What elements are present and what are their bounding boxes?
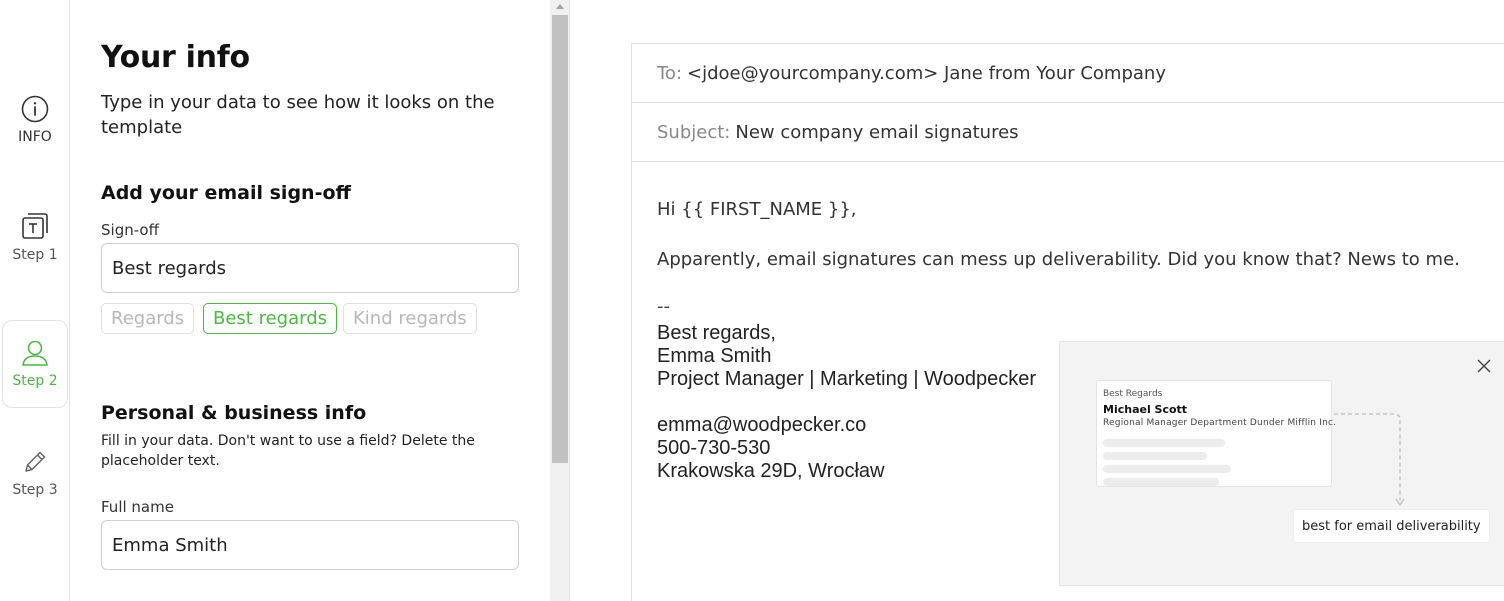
page-title: Your info — [101, 40, 250, 75]
signoff-input[interactable]: Best regards — [101, 243, 519, 293]
fullname-input-value: Emma Smith — [112, 534, 228, 556]
signature-address: Krakowska 29D, Wrocław — [657, 460, 885, 482]
placeholder-bar — [1103, 452, 1207, 460]
email-greeting: Hi {{ FIRST_NAME }}, — [657, 199, 857, 220]
personal-section-heading: Personal & business info — [101, 402, 367, 424]
dashed-connector-arrow — [1334, 413, 1405, 507]
signature-email: emma@woodpecker.co — [657, 414, 867, 436]
placeholder-bar — [1103, 465, 1231, 473]
close-icon[interactable] — [1476, 358, 1492, 374]
signature-example-card: Best Regards Michael Scott Regional Mana… — [1096, 380, 1337, 487]
card-details: Regional Manager Department Dunder Miffl… — [1103, 418, 1337, 428]
email-subject-row: Subject: New company email signatures — [632, 103, 1504, 162]
signoff-input-value: Best regards — [112, 257, 227, 279]
user-icon — [22, 340, 48, 366]
personal-section-description: Fill in your data. Don't want to use a f… — [101, 433, 475, 469]
email-to-key: To: — [657, 62, 683, 84]
signature-phone: 500-730-530 — [657, 437, 771, 459]
nav-item-step-3-label: Step 3 — [12, 482, 58, 498]
page-subtitle: Type in your data to see how it looks on… — [101, 92, 495, 138]
email-to-value: <jdoe@yourcompany.com> Jane from Your Co… — [687, 62, 1166, 84]
signoff-section-heading: Add your email sign-off — [101, 182, 351, 204]
signoff-option-regards[interactable]: Regards — [101, 303, 195, 334]
pencil-icon — [25, 451, 46, 472]
fullname-input[interactable]: Emma Smith — [101, 520, 519, 570]
nav-item-step-1-label: Step 1 — [12, 247, 58, 263]
text-box-icon — [22, 213, 48, 239]
info-form-panel: Your info Type in your data to see how i… — [70, 0, 550, 601]
email-to-row: To: <jdoe@yourcompany.com> Jane from You… — [632, 44, 1504, 103]
signoff-option-best-regards[interactable]: Best regards — [203, 303, 338, 334]
email-body-text: Apparently, email signatures can mess up… — [657, 249, 1460, 270]
card-signoff: Best Regards — [1103, 389, 1163, 399]
info-icon — [21, 95, 49, 123]
signoff-field-label: Sign-off — [101, 221, 159, 239]
step-navigation-rail: INFO Step 1 Step 2 Step 3 — [0, 0, 70, 601]
email-subject-value: New company email signatures — [735, 121, 1019, 143]
fullname-field-label: Full name — [101, 498, 174, 516]
scroll-up-arrow-icon[interactable] — [556, 4, 564, 9]
email-subject-key: Subject: — [657, 121, 731, 143]
nav-item-step-3[interactable]: Step 3 — [2, 428, 68, 518]
placeholder-bar — [1103, 478, 1219, 486]
signature-role: Project Manager | Marketing | Woodpecker — [657, 368, 1037, 390]
deliverability-badge: best for email deliverability — [1294, 510, 1489, 542]
nav-item-info[interactable]: INFO — [2, 75, 68, 165]
nav-item-step-2-label: Step 2 — [12, 373, 58, 389]
nav-item-step-2[interactable]: Step 2 — [2, 320, 68, 408]
card-name: Michael Scott — [1103, 403, 1188, 416]
signature-name: Emma Smith — [657, 345, 772, 367]
nav-item-info-label: INFO — [18, 129, 52, 145]
signature-separator: -- — [657, 296, 670, 317]
signature-signoff: Best regards, — [657, 322, 776, 344]
form-scrollbar[interactable] — [550, 0, 570, 601]
placeholder-bar — [1103, 439, 1225, 447]
nav-item-step-1[interactable]: Step 1 — [2, 192, 68, 282]
signoff-option-kind-regards[interactable]: Kind regards — [343, 303, 477, 334]
deliverability-hint-popup: Best Regards Michael Scott Regional Mana… — [1059, 341, 1504, 586]
scrollbar-thumb[interactable] — [552, 15, 568, 463]
